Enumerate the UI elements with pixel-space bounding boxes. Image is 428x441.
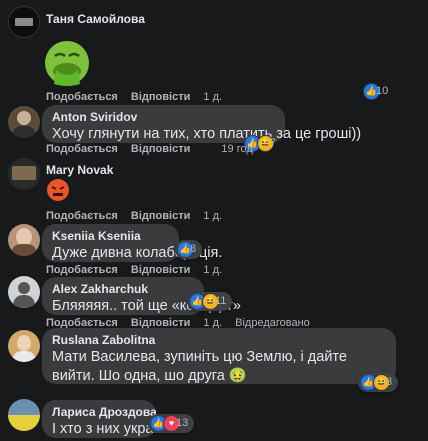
reaction-count[interactable]: 👍 ♥ 13 (148, 413, 195, 433)
reaction-count[interactable]: 👍 😆 8 (358, 372, 399, 392)
avatar[interactable] (8, 276, 40, 308)
comment-bubble: Лариса Дроздова І хто з них українка? (42, 400, 189, 438)
comment-author[interactable]: Mary Novak (46, 163, 113, 178)
like-action[interactable]: Подобається (46, 143, 118, 155)
reaction-count[interactable]: 👍 10 (363, 82, 388, 100)
comment-text: Бляяяяя.. той ще «концерт» (52, 298, 241, 314)
comment-text: Дуже дивна колаборація. (52, 245, 223, 261)
comment-bubble: Alex Zakharchuk Бляяяяя.. той ще «концер… (42, 277, 241, 315)
reply-action[interactable]: Відповісти (131, 264, 190, 276)
avatar[interactable] (8, 399, 40, 431)
comment-time[interactable]: 1 д. (203, 210, 222, 222)
comment-text: Мати Василева, зупиніть цю Землю, і дайт… (52, 349, 347, 384)
reaction-count[interactable]: 👍 8 (175, 239, 203, 259)
like-action[interactable]: Подобається (46, 264, 118, 276)
comment-author[interactable]: Таня Самойлова (46, 12, 145, 27)
reply-action[interactable]: Відповісти (131, 210, 190, 222)
angry-face-sticker (46, 178, 70, 202)
comment-author[interactable]: Лариса Дроздова (52, 405, 157, 420)
avatar[interactable] (8, 224, 40, 256)
nauseated-face-sticker (42, 38, 92, 88)
like-action[interactable]: Подобається (46, 210, 118, 222)
comment-text: Хочу глянути на тих, хто платить за це г… (52, 126, 362, 142)
reaction-count[interactable]: 👍 😆 11 (187, 291, 233, 311)
comment-time[interactable]: 1 д. (203, 91, 222, 103)
reply-action[interactable]: Відповісти (131, 143, 190, 155)
avatar[interactable] (8, 6, 40, 38)
avatar[interactable] (8, 158, 40, 190)
like-action[interactable]: Подобається (46, 91, 118, 103)
comment-bubble: Kseniia Kseniia Дуже дивна колаборація. (42, 224, 223, 262)
comment-author[interactable]: Kseniia Kseniia (52, 229, 169, 244)
comment-author[interactable]: Alex Zakharchuk (52, 282, 194, 297)
avatar[interactable] (8, 330, 40, 362)
reply-action[interactable]: Відповісти (131, 91, 190, 103)
comment-time[interactable]: 19 год (221, 143, 252, 155)
comment-author[interactable]: Ruslana Zabolitna (52, 333, 386, 348)
comment-bubble: Ruslana Zabolitna Мати Василева, зупиніт… (42, 328, 396, 384)
comment-author[interactable]: Anton Sviridov (52, 110, 275, 125)
comment-text: І хто з них українка? (52, 421, 189, 437)
avatar[interactable] (8, 106, 40, 138)
comment-time[interactable]: 1 д. (203, 264, 222, 276)
